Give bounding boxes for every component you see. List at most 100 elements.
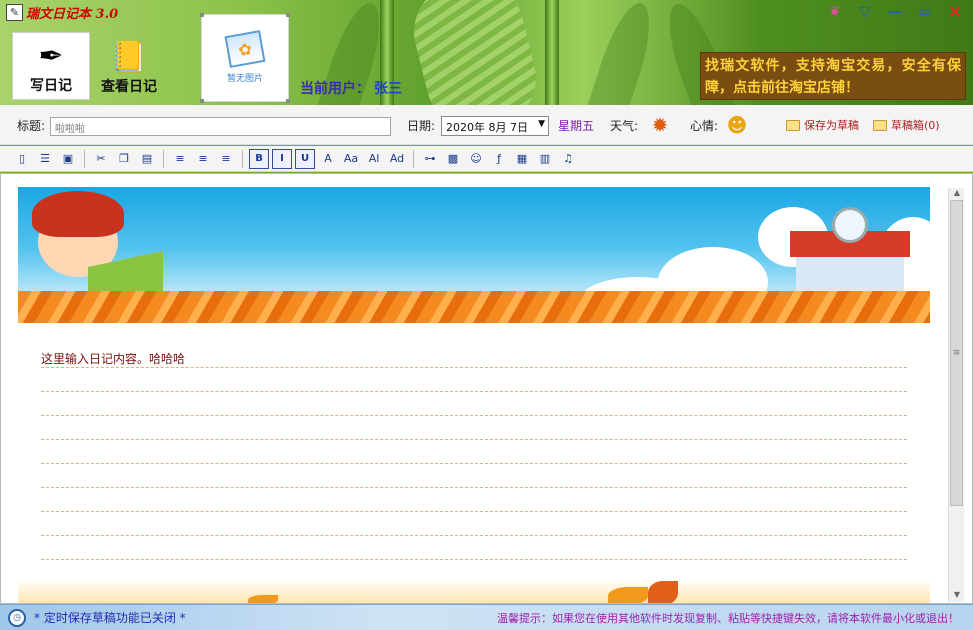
shortcut-tip: 温馨提示：如果您在使用其他软件时发现复制、粘贴等快捷键失效，请将本软件最小化或退…: [497, 611, 959, 625]
align-right-icon[interactable]: ≡: [216, 149, 236, 169]
ruled-line: [41, 440, 907, 464]
italic-icon[interactable]: I: [272, 148, 292, 169]
ruled-line: [41, 488, 907, 512]
toolbar-separator: [242, 149, 243, 168]
cartoon-boy-hair: [32, 191, 124, 237]
mood-face-icon[interactable]: ☻: [722, 111, 752, 139]
music-icon[interactable]: ♫: [558, 149, 578, 169]
ruled-line: [41, 392, 907, 416]
diary-content[interactable]: 这里输入日记内容。哈哈哈: [41, 350, 185, 367]
photo-corner: [286, 99, 290, 103]
clock-icon: ◷: [8, 608, 26, 627]
write-diary-button[interactable]: ✒ 写日记: [12, 32, 90, 100]
skin-icon[interactable]: ❦: [823, 2, 847, 22]
draft-box-button[interactable]: 草稿箱(0): [873, 117, 940, 133]
ruled-line: [41, 464, 907, 488]
cut-icon[interactable]: ✂: [91, 149, 111, 169]
current-user: 当前用户： 张三: [300, 78, 402, 98]
draft-box-label: 草稿箱(0): [891, 119, 940, 132]
bold-icon[interactable]: B: [249, 148, 269, 169]
no-photo-label: 暂无图片: [226, 73, 263, 84]
leaf: [248, 595, 278, 603]
flash-icon[interactable]: ƒ: [489, 149, 509, 169]
menu-dropdown-icon[interactable]: ▽: [853, 2, 877, 22]
ruled-line: [41, 536, 907, 560]
minimize-icon[interactable]: —: [883, 2, 907, 22]
taobao-promo-link[interactable]: 找瑞文软件，支持淘宝交易，安全有保障，点击前往淘宝店铺！: [700, 52, 966, 100]
ruled-lines: [41, 344, 907, 560]
weather-label: 天气:: [610, 119, 639, 133]
ruled-line: [41, 512, 907, 536]
font-size-icon[interactable]: Al: [364, 149, 384, 169]
app-title-text: 瑞文日记本 3.0: [26, 6, 119, 22]
pen-icon: ✒: [38, 39, 64, 74]
write-diary-label: 写日记: [30, 78, 72, 94]
current-user-name: 张三: [374, 81, 402, 97]
user-photo[interactable]: ✿ 暂无图片: [200, 13, 290, 103]
ruled-line: [41, 368, 907, 392]
copy-icon[interactable]: ❐: [114, 149, 134, 169]
view-diary-button[interactable]: 📒 查看日记: [90, 32, 168, 100]
sun-icon[interactable]: ✹: [645, 111, 675, 139]
align-center-icon[interactable]: ≡: [193, 149, 213, 169]
photo-corner: [200, 99, 204, 103]
grass-blade: [579, 0, 661, 105]
folder-icon: [873, 119, 887, 131]
date-picker[interactable]: 2020年 8月 7日 ▼: [441, 116, 549, 136]
current-user-label: 当前用户：: [300, 81, 370, 97]
ruled-line: [41, 416, 907, 440]
font-bg-icon[interactable]: Aa: [341, 149, 361, 169]
leaf: [608, 587, 648, 603]
mood-label: 心情:: [690, 119, 719, 133]
toolbar-separator: [163, 149, 164, 168]
font-color-icon[interactable]: A: [318, 149, 338, 169]
header-banner: ✎ 瑞文日记本 3.0 ❦ ▽ — ▭ ✕ ✒ 写日记 📒 查看日记 ✿ 暂无图…: [0, 0, 973, 105]
new-doc-icon[interactable]: ▯: [12, 149, 32, 169]
status-bar: ◷ * 定时保存草稿功能已关闭 * 温馨提示：如果您在使用其他软件时发现复制、粘…: [0, 604, 973, 630]
picture-icon: ✿: [224, 29, 266, 68]
diary-editor[interactable]: 这里输入日记内容。哈哈哈 ▲ ≡ ▼: [0, 173, 973, 604]
image-icon[interactable]: ▩: [443, 149, 463, 169]
list-icon[interactable]: ☰: [35, 149, 55, 169]
date-label: 日期:: [407, 119, 436, 133]
close-icon[interactable]: ✕: [943, 2, 967, 23]
title-label: 标题:: [17, 119, 46, 133]
app-logo-icon: ✎: [6, 3, 23, 21]
align-left-icon[interactable]: ≡: [170, 149, 190, 169]
orange-rope-border: [18, 291, 930, 323]
maximize-icon[interactable]: ▭: [913, 2, 937, 22]
save-draft-button[interactable]: 保存为草稿: [786, 117, 859, 133]
emoji-icon[interactable]: ☺: [466, 149, 486, 169]
view-diary-label: 查看日记: [101, 79, 157, 95]
scroll-up-icon[interactable]: ▲: [949, 188, 965, 200]
grid-icon[interactable]: ▥: [535, 149, 555, 169]
underline-icon[interactable]: U: [295, 148, 315, 169]
autosave-status: * 定时保存草稿功能已关闭 *: [34, 611, 186, 625]
grass-ear: [403, 0, 547, 105]
leaf: [648, 581, 678, 603]
save-icon[interactable]: ▣: [58, 149, 78, 169]
date-value: 2020年 8月 7日: [446, 121, 528, 134]
app-title: ✎ 瑞文日记本 3.0: [6, 3, 119, 22]
toolbar-separator: [413, 149, 414, 168]
format-toolbar: ▯ ☰ ▣ ✂ ❐ ▤ ≡ ≡ ≡ B I U A Aa Al Ad ⊶ ▩ ☺ ƒ ▦ ▥ ♫: [0, 146, 973, 172]
paste-icon[interactable]: ▤: [137, 149, 157, 169]
toolbar-separator: [84, 149, 85, 168]
photo-corner: [286, 13, 290, 17]
title-input[interactable]: 啦啦啦: [50, 117, 391, 136]
diary-info-bar: 标题: 啦啦啦 日期: 2020年 8月 7日 ▼ 星期五 天气: ✹ 心情: …: [0, 105, 973, 145]
scroll-thumb[interactable]: ≡: [950, 200, 963, 506]
table-icon[interactable]: ▦: [512, 149, 532, 169]
bottom-decoration: [18, 579, 930, 603]
font-style-icon[interactable]: Ad: [387, 149, 407, 169]
scroll-down-icon[interactable]: ▼: [949, 590, 965, 602]
chevron-down-icon: ▼: [538, 119, 545, 129]
link-icon[interactable]: ⊶: [420, 149, 440, 169]
window-controls: ❦ ▽ — ▭ ✕: [823, 2, 967, 23]
house-tower: [832, 207, 868, 243]
weekday-label: 星期五: [558, 119, 595, 133]
stationery-banner: [18, 187, 930, 323]
vertical-scrollbar[interactable]: ▲ ≡ ▼: [948, 188, 964, 602]
save-draft-label: 保存为草稿: [804, 119, 859, 132]
grass-stalk: [545, 0, 559, 105]
